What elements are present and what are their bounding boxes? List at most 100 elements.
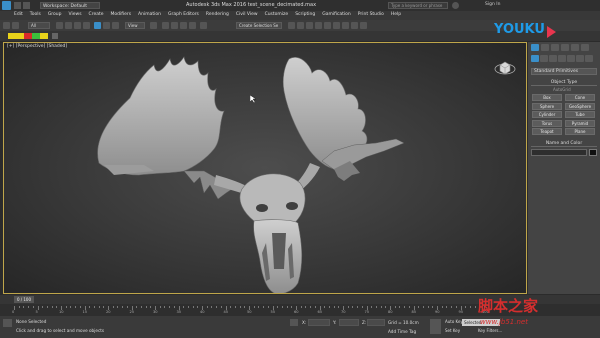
menu-item[interactable]: Help (391, 12, 401, 17)
set-key-mode-icon[interactable] (430, 319, 441, 334)
color-swatch-yellow[interactable] (8, 33, 16, 39)
motion-tab-icon[interactable] (561, 44, 569, 51)
ribbon-toggle-icon[interactable] (52, 33, 58, 39)
primitive-button[interactable]: Tube (565, 111, 595, 118)
key-filters-button[interactable]: Key Filters... (478, 328, 502, 333)
object-color-swatch[interactable] (589, 149, 597, 156)
add-time-tag-button[interactable]: Add Time Tag (388, 329, 416, 334)
z-coordinate-field[interactable] (367, 319, 385, 326)
menu-item[interactable]: Customize (265, 12, 289, 17)
moose-skull-model[interactable] (4, 43, 527, 294)
rectangular-selection-icon[interactable] (74, 22, 81, 29)
search-input[interactable]: Type a keyword or phrase (388, 2, 448, 9)
selection-filter-dropdown[interactable]: All (28, 22, 50, 29)
menu-item[interactable]: Create (89, 12, 104, 17)
render-production-icon[interactable] (360, 22, 367, 29)
select-and-move-icon[interactable] (94, 22, 101, 29)
primitive-button[interactable]: Box (532, 94, 562, 101)
select-and-scale-icon[interactable] (112, 22, 119, 29)
lights-icon[interactable] (549, 55, 557, 62)
pivot-point-icon[interactable] (150, 22, 157, 29)
helpers-icon[interactable] (567, 55, 575, 62)
primitive-button[interactable]: Pyramid (565, 119, 595, 127)
menu-item[interactable]: Scripting (295, 12, 315, 17)
x-coordinate-field[interactable] (308, 319, 330, 326)
mirror-icon[interactable] (288, 22, 295, 29)
select-object-icon[interactable] (56, 22, 63, 29)
primitive-button[interactable]: Plane (565, 128, 595, 135)
spinner-snap-icon[interactable] (189, 22, 196, 29)
name-and-color-rollout[interactable]: Name and Color (531, 140, 597, 147)
new-file-icon[interactable] (14, 2, 21, 9)
undo-icon[interactable] (3, 22, 10, 29)
select-and-rotate-icon[interactable] (103, 22, 110, 29)
material-editor-icon[interactable] (333, 22, 340, 29)
systems-icon[interactable] (585, 55, 593, 62)
schematic-view-icon[interactable] (324, 22, 331, 29)
auto-key-button[interactable]: Auto Key (445, 319, 463, 324)
menu-item[interactable]: Modifiers (111, 12, 132, 17)
color-swatch-green[interactable] (32, 33, 40, 39)
maxscript-listener-icon[interactable] (3, 319, 12, 327)
app-logo-icon[interactable] (2, 1, 11, 10)
color-swatch-red[interactable] (24, 33, 32, 39)
menu-item[interactable]: Group (48, 12, 62, 17)
timeline-tick-label: 60 (294, 310, 299, 314)
color-swatch-yellow-3[interactable] (40, 33, 48, 39)
sign-in-link[interactable]: Sign In (485, 2, 500, 7)
curve-editor-icon[interactable] (315, 22, 322, 29)
primitive-button[interactable]: Teapot (532, 128, 562, 135)
menu-item[interactable]: Views (69, 12, 82, 17)
window-crossing-icon[interactable] (83, 22, 90, 29)
percent-snap-icon[interactable] (180, 22, 187, 29)
menu-item[interactable]: Edit (14, 12, 23, 17)
geometry-icon[interactable] (531, 55, 539, 62)
select-by-name-icon[interactable] (65, 22, 72, 29)
workspace-dropdown[interactable]: Workspace: Default (40, 2, 100, 9)
primitive-button[interactable]: Sphere (532, 102, 562, 110)
primitive-button[interactable]: Cylinder (532, 111, 562, 118)
lock-selection-icon[interactable] (290, 319, 298, 326)
create-tab-icon[interactable] (531, 44, 539, 51)
menu-item[interactable]: Animation (138, 12, 161, 17)
time-slider-handle[interactable]: 0 / 100 (14, 296, 34, 303)
hierarchy-tab-icon[interactable] (551, 44, 559, 51)
modify-tab-icon[interactable] (541, 44, 549, 51)
space-warps-icon[interactable] (576, 55, 584, 62)
menu-item[interactable]: Gamification (322, 12, 351, 17)
render-frame-icon[interactable] (351, 22, 358, 29)
search-icon[interactable] (452, 2, 459, 9)
timeline-tick (239, 306, 241, 308)
primitive-button[interactable]: Torus (532, 119, 562, 127)
menu-item[interactable]: Print Studio (358, 12, 384, 17)
utilities-tab-icon[interactable] (581, 44, 589, 51)
menu-item[interactable]: Rendering (206, 12, 229, 17)
layer-explorer-icon[interactable] (306, 22, 313, 29)
category-dropdown[interactable]: Standard Primitives (531, 68, 597, 75)
open-file-icon[interactable] (23, 2, 30, 9)
render-setup-icon[interactable] (342, 22, 349, 29)
shapes-icon[interactable] (540, 55, 548, 62)
reference-coordinate-dropdown[interactable]: View (125, 22, 145, 29)
snaps-toggle-icon[interactable] (162, 22, 169, 29)
menu-item[interactable]: Graph Editors (168, 12, 199, 17)
y-coordinate-field[interactable] (339, 319, 359, 326)
edit-named-selection-icon[interactable] (200, 22, 207, 29)
primitive-button[interactable]: GeoSphere (565, 102, 595, 110)
viewcube-icon[interactable] (494, 56, 516, 76)
align-icon[interactable] (297, 22, 304, 29)
autogrid-checkbox[interactable]: AutoGrid (553, 87, 571, 92)
object-type-rollout[interactable]: Object Type (531, 79, 597, 86)
object-name-field[interactable] (531, 149, 587, 156)
angle-snap-icon[interactable] (171, 22, 178, 29)
redo-icon[interactable] (12, 22, 19, 29)
primitive-button[interactable]: Cone (565, 94, 595, 101)
set-key-button[interactable]: Set Key (445, 328, 460, 333)
named-selection-set-dropdown[interactable]: Create Selection Se (236, 22, 282, 29)
perspective-viewport[interactable]: [+] [Perspective] [Shaded] (3, 42, 527, 294)
display-tab-icon[interactable] (571, 44, 579, 51)
menu-item[interactable]: Civil View (236, 12, 258, 17)
cameras-icon[interactable] (558, 55, 566, 62)
menu-item[interactable]: Tools (30, 12, 41, 17)
color-swatch-yellow-2[interactable] (16, 33, 24, 39)
